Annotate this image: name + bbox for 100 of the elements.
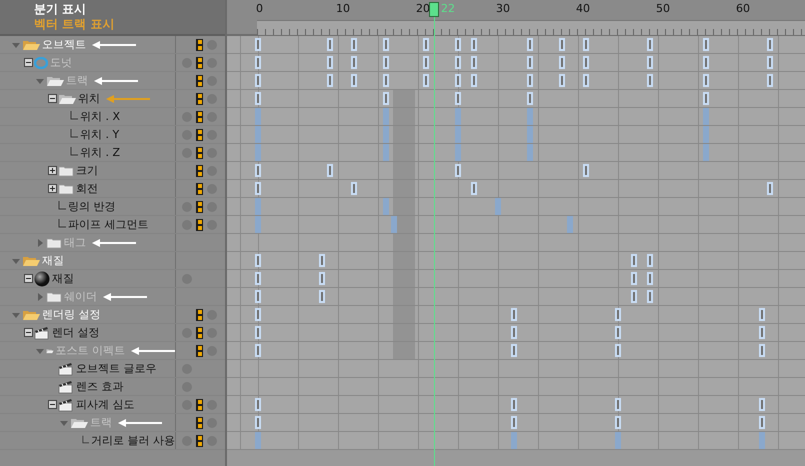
keyframe[interactable] [327,164,334,177]
keyframe[interactable] [647,74,653,87]
track-name[interactable]: 피사계 심도 [76,397,134,412]
track-name[interactable]: 재질 [42,253,64,268]
keyframe[interactable] [527,38,533,51]
collapse-icon[interactable] [24,328,32,337]
film-icon[interactable] [196,38,203,50]
keyframe[interactable] [759,326,766,339]
keyframe[interactable] [511,308,517,321]
keyframe[interactable] [615,326,622,339]
keyframe[interactable] [615,308,622,321]
film-icon[interactable] [196,92,203,104]
collapse-icon[interactable] [24,58,32,67]
keyframe[interactable] [647,272,653,285]
keyframe[interactable] [631,254,637,267]
expanded-triangle-icon[interactable] [36,76,44,84]
keyframe[interactable] [615,416,622,429]
keyframe[interactable] [327,74,334,87]
keyframe[interactable] [582,38,589,51]
keyframe[interactable] [255,416,261,429]
keyframe[interactable] [582,74,589,87]
track-name[interactable]: 위치 . Z [80,145,120,160]
keyframe[interactable] [558,56,565,69]
keyframe[interactable] [318,254,325,267]
keyframe[interactable] [631,290,637,303]
collapse-icon[interactable] [24,274,32,283]
collapsed-triangle-icon[interactable] [36,292,44,300]
film-icon[interactable] [196,200,203,212]
keyframe[interactable] [767,56,773,69]
keyframe[interactable] [255,398,261,411]
collapsed-triangle-icon[interactable] [36,238,44,246]
film-icon[interactable] [196,164,203,176]
keyframe[interactable] [351,56,358,69]
keyframe[interactable] [767,74,773,87]
branch-display-label[interactable]: 분기 표시 [34,2,86,17]
time-ruler[interactable]: 0 10 20 22 30 40 50 60 [227,0,805,36]
track-name[interactable]: 위치 . X [80,109,120,124]
keyframe[interactable] [454,92,461,105]
keyframe[interactable] [631,272,637,285]
keyframe[interactable] [327,56,334,69]
keyframe[interactable] [454,38,461,51]
keyframe[interactable] [759,308,766,321]
keyframe[interactable] [615,344,622,357]
keyframe[interactable] [255,164,261,177]
keyframe[interactable] [511,398,517,411]
playhead-handle[interactable] [428,2,439,17]
keyframe[interactable] [255,272,261,285]
keyframe[interactable] [702,38,709,51]
film-icon[interactable] [196,398,203,410]
keyframe[interactable] [255,326,261,339]
keyframe[interactable] [582,56,589,69]
keyframe[interactable] [351,74,358,87]
keyframe[interactable] [383,74,389,87]
keyframe[interactable] [647,38,653,51]
film-icon[interactable] [196,56,203,68]
film-icon[interactable] [196,146,203,158]
keyframe[interactable] [422,74,429,87]
film-icon[interactable] [196,74,203,86]
keyframe[interactable] [527,56,533,69]
keyframe[interactable] [527,92,533,105]
expanded-triangle-icon[interactable] [12,256,20,264]
keyframe[interactable] [582,164,589,177]
keyframe[interactable] [383,92,389,105]
keyframe[interactable] [702,74,709,87]
keyframe[interactable] [318,290,325,303]
expanded-triangle-icon[interactable] [12,40,20,48]
keyframe[interactable] [759,416,766,429]
keyframe[interactable] [527,74,533,87]
film-icon[interactable] [196,326,203,338]
keyframe[interactable] [702,92,709,105]
keyframe[interactable] [351,38,358,51]
keyframe[interactable] [647,254,653,267]
film-icon[interactable] [196,416,203,428]
keyframe[interactable] [767,38,773,51]
film-icon[interactable] [196,434,203,446]
track-name[interactable]: 렌더 설정 [52,325,100,340]
keyframe[interactable] [454,164,461,177]
keyframe[interactable] [454,74,461,87]
film-icon[interactable] [196,218,203,230]
expand-icon[interactable] [48,184,56,193]
film-icon[interactable] [196,344,203,356]
keyframe[interactable] [471,56,478,69]
keyframe[interactable] [255,92,261,105]
track-name[interactable]: 파이프 세그먼트 [68,217,148,232]
track-name[interactable]: 재질 [52,271,74,286]
keyframe[interactable] [351,182,358,195]
keyframe[interactable] [318,272,325,285]
film-icon[interactable] [196,308,203,320]
keyframe[interactable] [471,74,478,87]
collapse-icon[interactable] [48,94,56,103]
keyframe[interactable] [471,182,478,195]
expanded-triangle-icon[interactable] [60,418,68,426]
keyframe[interactable] [422,56,429,69]
expanded-triangle-icon[interactable] [12,310,20,318]
keyframe[interactable] [255,290,261,303]
keyframe[interactable] [647,290,653,303]
track-name[interactable]: 링의 반경 [68,199,116,214]
keyframe[interactable] [767,182,773,195]
track-name[interactable]: 거리로 블러 사용 [91,433,175,448]
keyframe[interactable] [255,308,261,321]
